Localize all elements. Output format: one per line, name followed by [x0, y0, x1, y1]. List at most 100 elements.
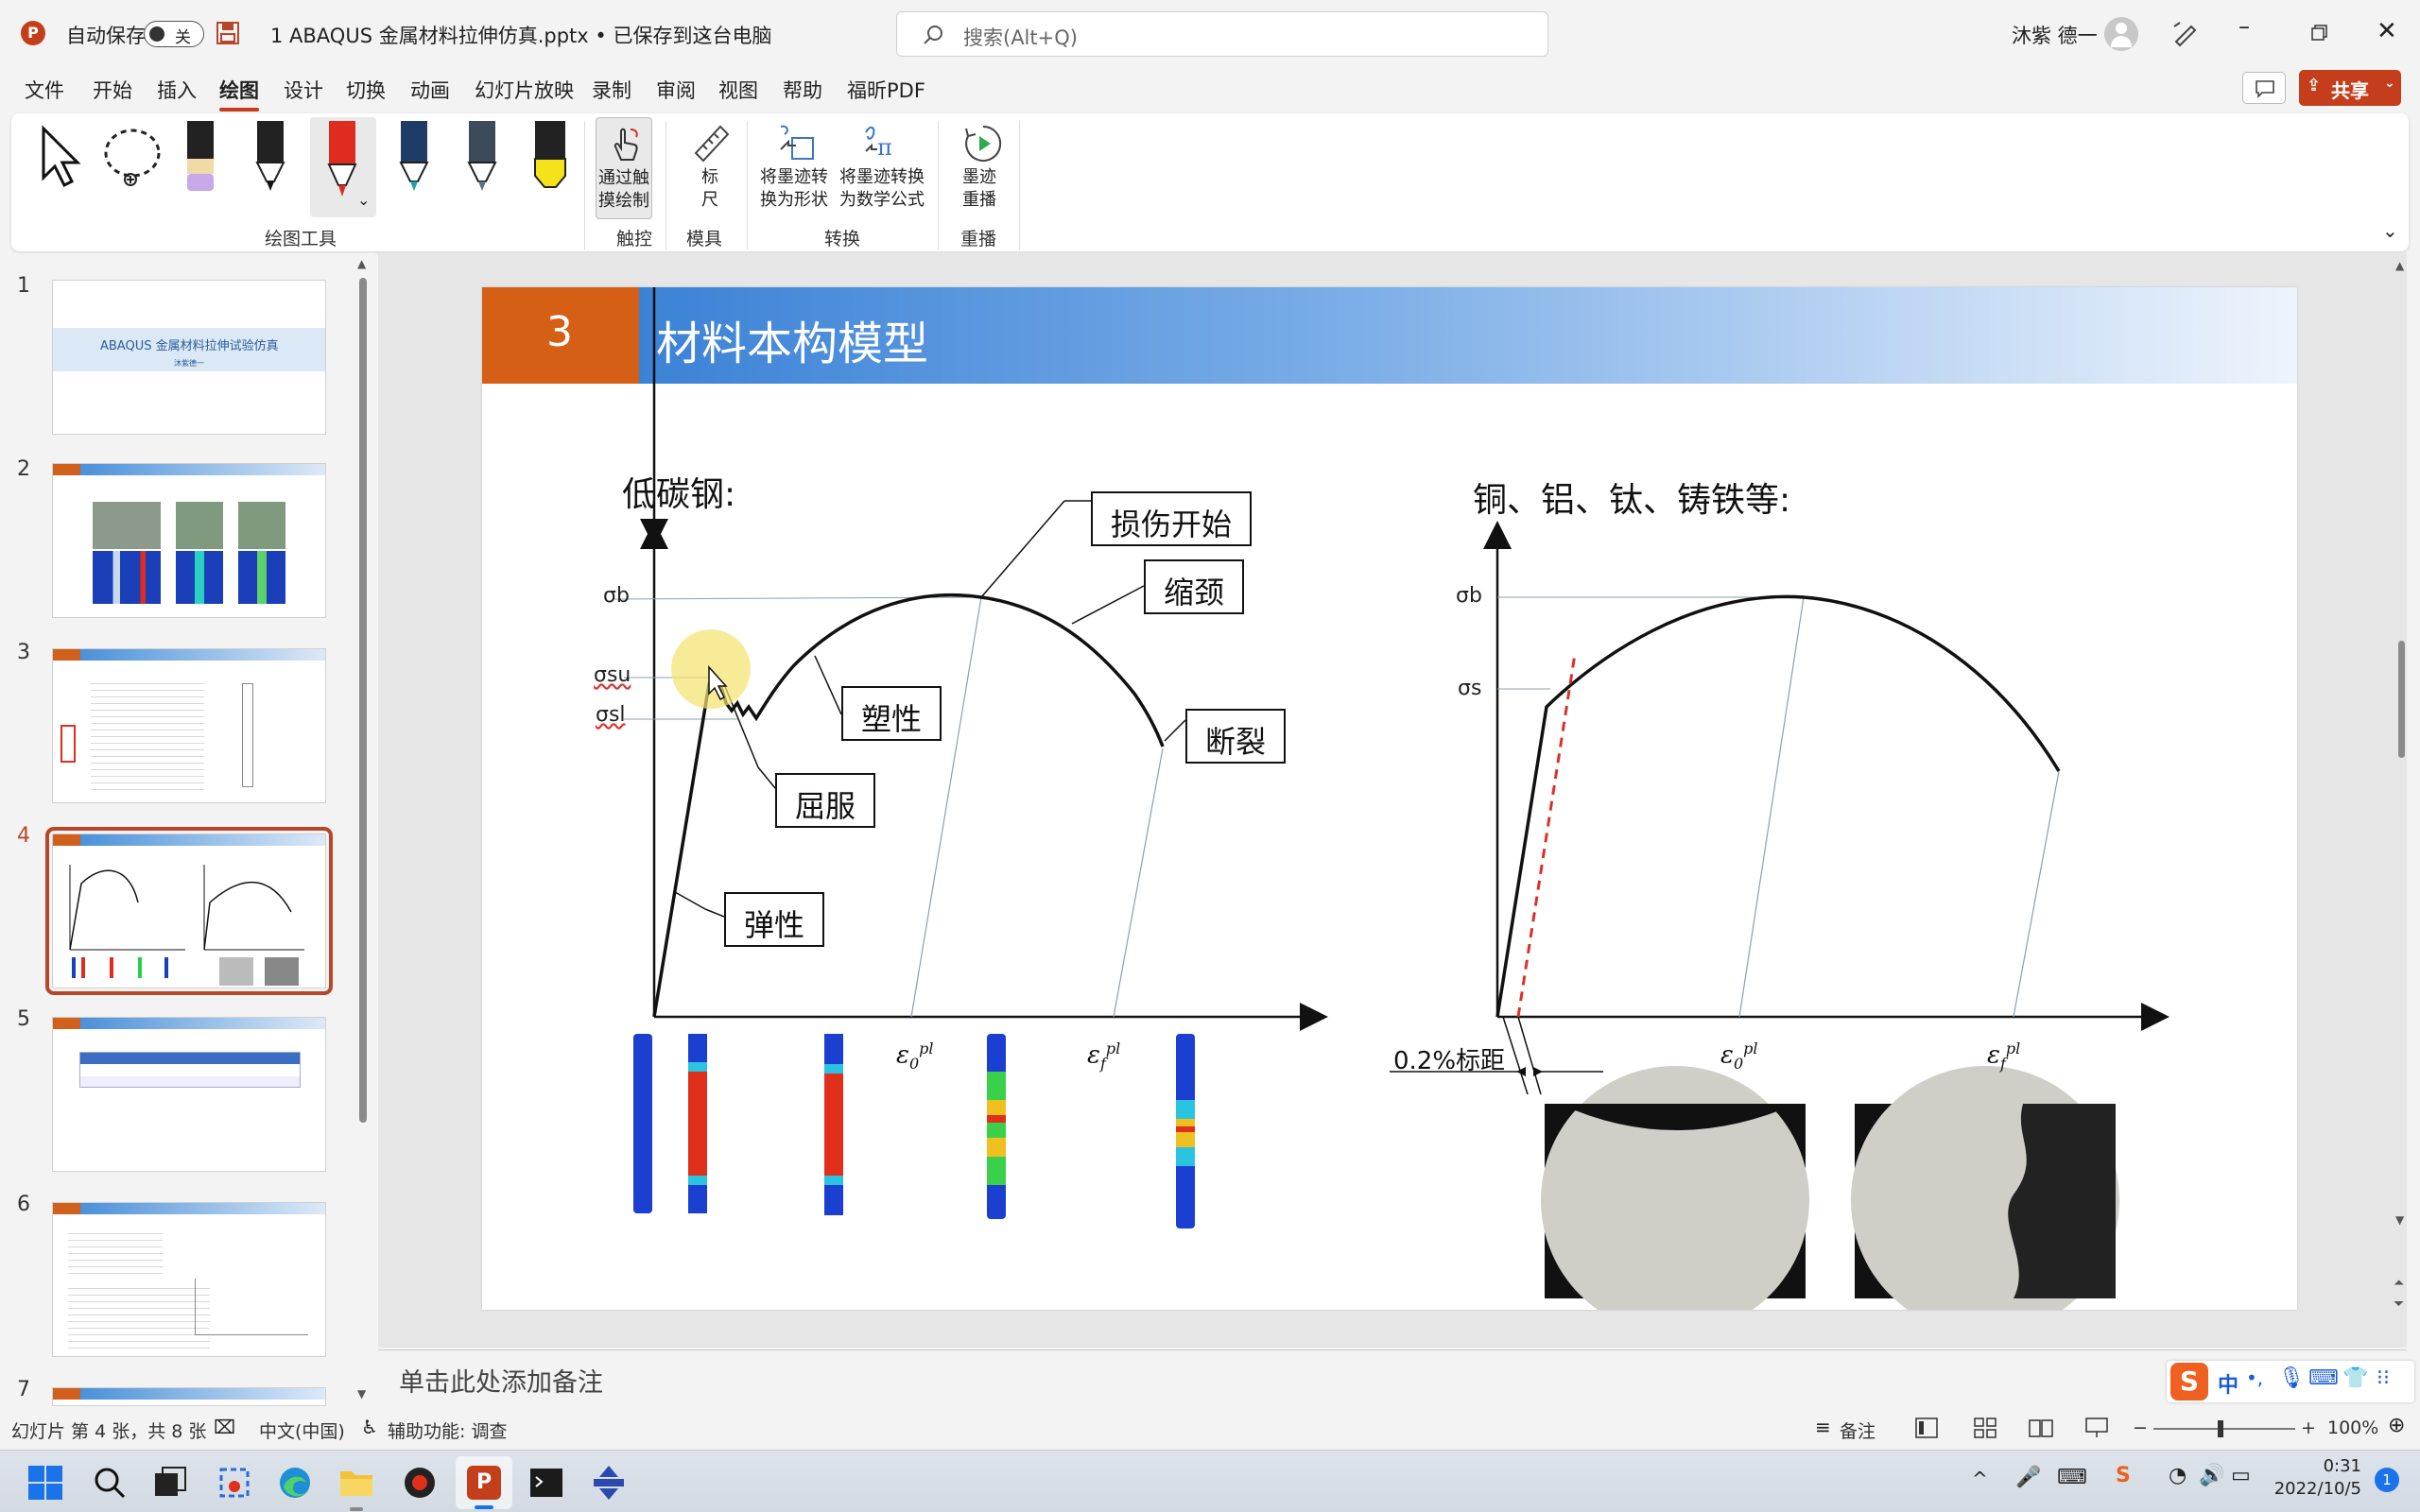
avatar[interactable] [2104, 17, 2138, 51]
ruler-button[interactable]: 标 尺 [681, 117, 737, 219]
keyboard-icon[interactable]: ⌨ [2308, 1366, 2339, 1390]
touch-draw-button[interactable]: 通过触 摸绘制 [596, 117, 652, 219]
tab-home[interactable]: 开始 [93, 76, 132, 104]
callout-damage-start[interactable]: 损伤开始 [1091, 491, 1252, 546]
slide-thumbnail-1[interactable]: ABAQUS 金属材料拉伸试验仿真 沐紫德一 [52, 280, 326, 435]
terminal-icon[interactable] [529, 1466, 563, 1500]
editor-scrollbar[interactable]: ▲ ▼ ⏶ ⏷ [2394, 253, 2407, 1348]
notification-badge[interactable]: 1 [2375, 1468, 2399, 1492]
tab-file[interactable]: 文件 [25, 76, 64, 104]
tab-animations[interactable]: 动画 [410, 76, 450, 104]
tab-draw[interactable]: 绘图 [219, 76, 259, 112]
slide-thumbnail-2[interactable] [52, 463, 326, 618]
autosave-toggle[interactable]: 关 [144, 21, 204, 47]
scroll-up-arrow-icon[interactable]: ▲ [2395, 259, 2404, 272]
close-button[interactable]: ✕ [2377, 17, 2397, 45]
slide-sorter-icon[interactable] [1974, 1418, 1996, 1438]
task-view-icon[interactable] [153, 1466, 187, 1500]
select-arrow-icon[interactable] [38, 123, 85, 189]
normal-view-icon[interactable] [1915, 1418, 1938, 1438]
wifi-icon[interactable]: ◔ [2169, 1464, 2187, 1487]
user-name[interactable]: 沐紫 德一 [2012, 21, 2098, 49]
ink-to-shape-button[interactable]: 将墨迹转 换为形状 [758, 117, 834, 219]
ink-replay-button[interactable]: 墨迹 重播 [953, 117, 1010, 219]
callout-elastic[interactable]: 弹性 [724, 892, 824, 947]
black-pen-icon[interactable] [251, 121, 289, 197]
abaqus-icon[interactable] [590, 1464, 628, 1502]
battery-icon[interactable]: ▭ [2231, 1464, 2251, 1487]
grid-menu-icon[interactable]: ⁝⁝ [2377, 1366, 2390, 1390]
comments-button[interactable] [2242, 72, 2286, 104]
tab-design[interactable]: 设计 [284, 76, 323, 104]
tab-slideshow[interactable]: 幻灯片放映 [475, 76, 574, 104]
tab-record[interactable]: 录制 [592, 76, 631, 104]
microphone-icon[interactable]: 🎙 [2278, 1366, 2305, 1390]
volume-icon[interactable]: 🔊 [2199, 1464, 2224, 1487]
tab-view[interactable]: 视图 [718, 76, 758, 104]
chevron-down-icon[interactable]: ⌄ [700, 25, 712, 43]
tab-review[interactable]: 审阅 [656, 76, 696, 104]
notes-pane[interactable]: 单击此处添加备注 [378, 1349, 2407, 1402]
tab-insert[interactable]: 插入 [157, 76, 197, 104]
skin-icon[interactable]: 👕 [2342, 1366, 2368, 1390]
reading-view-icon[interactable] [2029, 1418, 2053, 1438]
fit-slide-icon[interactable]: ⊕ [2388, 1414, 2405, 1437]
pen-icon[interactable] [2170, 19, 2199, 47]
tab-help[interactable]: 帮助 [783, 76, 822, 104]
restore-button[interactable] [2310, 25, 2327, 42]
highlighter-icon[interactable] [529, 121, 571, 197]
minimize-button[interactable]: – [2238, 13, 2250, 40]
spellcheck-icon[interactable]: ⌧ [214, 1416, 235, 1438]
slide-thumbnail-5[interactable] [52, 1017, 326, 1172]
show-hidden-icons-chevron[interactable]: ^ [1972, 1468, 1988, 1490]
scroll-up-arrow-icon[interactable]: ▲ [357, 257, 366, 270]
language-status[interactable]: 中文(中国) [259, 1418, 345, 1443]
zoom-slider-thumb[interactable] [2218, 1420, 2223, 1437]
taskbar-time[interactable]: 0:31 [2257, 1456, 2361, 1476]
notes-toggle-button[interactable]: 备注 [1840, 1418, 1876, 1443]
windows-start-icon[interactable] [28, 1466, 62, 1500]
notes-icon[interactable]: ≡ [1815, 1416, 1831, 1438]
search-icon[interactable] [93, 1466, 127, 1500]
callout-necking[interactable]: 缩颈 [1144, 559, 1244, 614]
tab-transitions[interactable]: 切换 [346, 76, 386, 104]
edge-browser-icon[interactable] [278, 1466, 312, 1500]
red-pen-selected[interactable]: ⌄ [310, 117, 376, 217]
ime-toolbar[interactable]: S 中 •, 🎙 ⌨ 👕 ⁝⁝ [2167, 1361, 2414, 1402]
gray-pen-icon[interactable] [463, 121, 501, 197]
next-slide-icon[interactable]: ⏷ [2394, 1297, 2404, 1312]
slide-thumbnail-7[interactable] [52, 1387, 326, 1406]
powerpoint-taskbar-button[interactable]: P [456, 1456, 512, 1509]
save-icon[interactable] [216, 21, 240, 45]
lasso-select-icon[interactable] [100, 125, 166, 191]
thumbnails-scrollbar[interactable]: ▲ ▼ [357, 257, 369, 1404]
zoom-level[interactable]: 100% [2327, 1418, 2378, 1438]
document-title[interactable]: 1 ABAQUS 金属材料拉伸仿真.pptx • 已保存到这台电脑 [270, 21, 771, 49]
teal-pen-icon[interactable] [395, 121, 433, 197]
taskbar-date[interactable]: 2022/10/5 [2257, 1479, 2361, 1499]
ink-to-math-button[interactable]: π 将墨迹转换 为数学公式 [838, 117, 928, 219]
callout-fracture[interactable]: 断裂 [1185, 709, 1286, 764]
slide-thumbnail-4[interactable] [45, 827, 333, 995]
snipping-tool-icon[interactable] [217, 1466, 251, 1500]
callout-yield[interactable]: 屈服 [775, 773, 875, 828]
zoom-out-button[interactable]: − [2133, 1418, 2148, 1438]
eraser-pen-icon[interactable] [182, 121, 219, 197]
slide-thumbnail-6[interactable] [52, 1202, 326, 1357]
share-button[interactable]: ⇪ 共享 ⌄ [2299, 70, 2401, 106]
punctuation-icon[interactable]: •, [2246, 1366, 2263, 1389]
previous-slide-icon[interactable]: ⏶ [2394, 1276, 2404, 1291]
file-explorer-icon[interactable] [338, 1466, 374, 1500]
ime-tray-icon[interactable]: ⌨ [2057, 1466, 2087, 1489]
chevron-down-icon[interactable]: ⌄ [357, 191, 370, 209]
zoom-in-button[interactable]: + [2301, 1418, 2316, 1438]
screen-recorder-icon[interactable] [403, 1466, 437, 1500]
microphone-tray-icon[interactable]: 🎤 [2015, 1466, 2041, 1489]
tab-foxit-pdf[interactable]: 福昕PDF [847, 76, 925, 104]
zoom-slider[interactable] [2153, 1420, 2295, 1437]
search-box[interactable]: 搜索(Alt+Q) [896, 11, 1548, 57]
slideshow-view-icon[interactable] [2085, 1418, 2108, 1438]
accessibility-icon[interactable]: ♿ [361, 1416, 378, 1438]
ribbon-collapse-chevron-icon[interactable]: ⌄ [2382, 219, 2398, 242]
ime-mode-label[interactable]: 中 [2218, 1368, 2238, 1399]
